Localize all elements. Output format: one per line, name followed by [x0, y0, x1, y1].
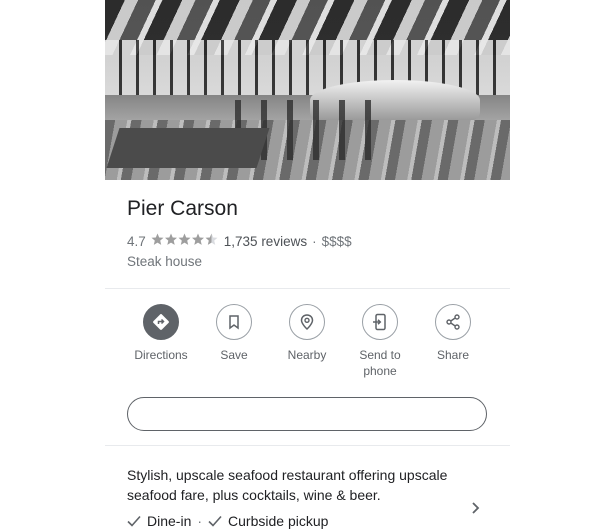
- option-separator: ·: [197, 513, 203, 529]
- check-icon: [127, 515, 141, 527]
- directions-icon: [143, 304, 179, 340]
- nearby-pin-icon: [289, 304, 325, 340]
- price-level: $$$$: [321, 234, 352, 249]
- save-button[interactable]: Save: [199, 304, 269, 363]
- bookmark-icon: [216, 304, 252, 340]
- rating-value: 4.7: [127, 234, 146, 249]
- share-label: Share: [436, 348, 470, 362]
- divider: [105, 445, 510, 446]
- send-to-phone-icon: [362, 304, 398, 340]
- restaurant-photo[interactable]: [105, 0, 510, 180]
- stars-svg: [151, 233, 218, 245]
- check-icon: [208, 515, 222, 527]
- share-button[interactable]: Share: [418, 304, 488, 363]
- send-to-phone-label: Send to phone: [359, 348, 401, 378]
- place-card: Pier Carson 4.7 1,735 reviews · $$$$ Ste…: [105, 0, 510, 530]
- pill-button[interactable]: [127, 397, 487, 431]
- send-to-phone-button[interactable]: Send to phone: [345, 304, 415, 379]
- place-category[interactable]: Steak house: [127, 254, 202, 269]
- directions-label: Directions: [134, 348, 188, 362]
- place-description: Stylish, upscale seafood restaurant offe…: [127, 467, 448, 503]
- chevron-right-icon[interactable]: [467, 500, 483, 516]
- divider: [105, 288, 510, 289]
- photo-table: [106, 128, 270, 168]
- star-rating-icon: [151, 233, 219, 250]
- directions-button[interactable]: Directions: [126, 304, 196, 363]
- rating-row: 4.7 1,735 reviews · $$$$: [127, 233, 352, 250]
- rating-separator: ·: [312, 234, 317, 249]
- nearby-label: Nearby: [287, 348, 327, 362]
- share-icon: [435, 304, 471, 340]
- dine-in-option: Dine-in: [147, 513, 192, 529]
- reviews-link[interactable]: 1,735 reviews: [224, 234, 307, 249]
- place-title: Pier Carson: [127, 197, 238, 220]
- curbside-pickup-option: Curbside pickup: [228, 513, 329, 529]
- service-options: Dine-in · Curbside pickup: [127, 513, 328, 529]
- nearby-button[interactable]: Nearby: [272, 304, 342, 363]
- save-label: Save: [220, 348, 248, 362]
